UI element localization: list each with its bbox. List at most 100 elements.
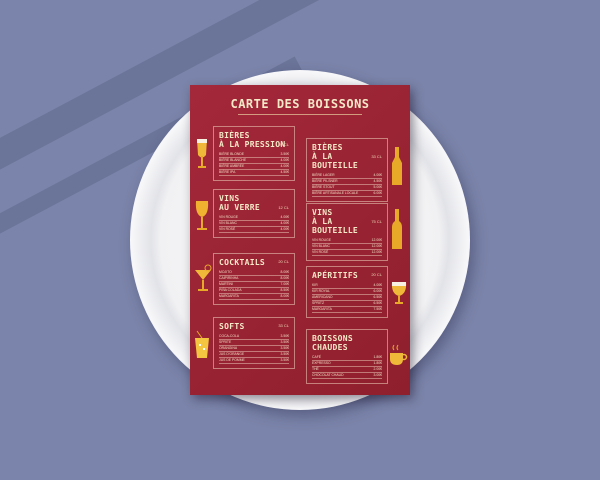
item-price: 12.00€: [371, 250, 382, 254]
item-price: 4.00€: [280, 227, 290, 231]
item-name: MARGARITA: [312, 307, 332, 311]
section-title: BOISSONS: [312, 334, 353, 343]
item-price: 1.80€: [373, 361, 383, 365]
item-price: 6.00€: [373, 191, 383, 195]
item-price: 12.00€: [371, 244, 382, 248]
item-name: VIN BLANC: [219, 221, 237, 225]
section-volume: 25 CL: [278, 142, 289, 147]
item-price: 2.00€: [373, 367, 383, 371]
item-price: 8.00€: [280, 270, 290, 274]
cocktail-icon: [193, 262, 213, 297]
item-name: MOJITO: [219, 270, 232, 274]
item-name: VIN ROUGE: [219, 215, 239, 219]
menu-item: JUS DE POMME 3.50€: [219, 358, 289, 364]
item-name: MARGARITA: [219, 294, 239, 298]
menu-item: MARGARITA 8.00€: [219, 294, 289, 300]
item-name: BIÈRE STOUT: [312, 185, 335, 189]
section-volume: 33 CL: [278, 323, 289, 328]
item-price: 3.50€: [280, 358, 290, 362]
section-title: BIÈRES: [219, 131, 250, 140]
menu-item: VIN ROSÉ 4.00€: [219, 227, 289, 233]
item-price: 4.00€: [280, 215, 290, 219]
item-price: 8.50€: [280, 288, 290, 292]
beer-bottle-icon: [390, 145, 404, 192]
menu-item: CHOCOLAT CHAUD 3.00€: [312, 373, 382, 379]
item-name: BIÈRE AMBRÉE: [219, 164, 245, 168]
item-name: ORANGINA: [219, 346, 238, 350]
item-name: CHOCOLAT CHAUD: [312, 373, 344, 377]
section-title: CHAUDES: [312, 343, 348, 352]
item-name: SPRITE: [219, 340, 232, 344]
section-aperitifs: APÉRITIFS 20 CL KIR 4.00€ KIR ROYAL 6.00€ AMER…: [306, 266, 388, 318]
section-volume: 20 CL: [278, 259, 289, 264]
soft-drink-icon: [193, 330, 211, 365]
item-name: BIÈRE BLANCHE: [219, 158, 247, 162]
section-volume: 75 CL: [371, 219, 382, 224]
item-name: KIR ROYAL: [312, 289, 330, 293]
item-name: COCA-COLA: [219, 334, 240, 338]
section-volume: 33 CL: [371, 154, 382, 159]
menu-item: MARGARITA 7.50€: [312, 307, 382, 313]
item-price: 6.50€: [373, 295, 383, 299]
menu-card: CARTE DES BOISSONS BIÈRES À LA PRESSION 25…: [190, 85, 410, 395]
section-bieres-pression: BIÈRES À LA PRESSION 25 CL BIÈRE BLONDE 3.50…: [213, 126, 295, 181]
item-price: 8.00€: [280, 294, 290, 298]
section-vins-verre: VINS AU VERRE 12 CL VIN ROUGE 4.00€ VIN BLANC…: [213, 189, 295, 238]
item-name: THÉ: [312, 367, 319, 371]
item-price: 6.00€: [373, 289, 383, 293]
section-title: VINS: [219, 194, 240, 203]
section-softs: SOFTS 33 CL COCA-COLA 3.50€ SPRITE 3.50€ ORANG…: [213, 317, 295, 369]
section-volume: 12 CL: [278, 205, 289, 210]
wine-glass-icon: [194, 198, 210, 237]
section-vins-bouteille: VINS À LA BOUTEILLE 75 CL VIN ROUGE 12.00€ VI…: [306, 203, 388, 261]
item-name: JUS D'ORANGE: [219, 352, 245, 356]
item-price: 3.50€: [280, 346, 290, 350]
item-price: 4.00€: [280, 221, 290, 225]
item-name: BIÈRE BLONDE: [219, 152, 245, 156]
section-title: VINS: [312, 208, 333, 217]
item-name: EXPRESSO: [312, 361, 331, 365]
beer-glass-icon: [194, 135, 210, 174]
item-name: VIN BLANC: [312, 244, 330, 248]
item-name: SPRITZ: [312, 301, 325, 305]
section-boissons-chaudes: BOISSONS CHAUDES CAFÉ 1.80€ EXPRESSO 1.80€ THÉ…: [306, 329, 388, 384]
item-name: JUS DE POMME: [219, 358, 245, 362]
item-price: 4.00€: [373, 283, 383, 287]
item-price: 3.50€: [280, 352, 290, 356]
item-price: 8.00€: [280, 276, 290, 280]
section-bieres-bouteille: BIÈRES À LA BOUTEILLE 33 CL BIÈRE LAGER 4.00…: [306, 138, 388, 202]
item-price: 4.00€: [373, 173, 383, 177]
item-price: 3.50€: [280, 152, 290, 156]
item-price: 4.50€: [280, 170, 290, 174]
item-price: 4.00€: [280, 164, 290, 168]
item-price: 1.80€: [373, 355, 383, 359]
item-price: 7.00€: [280, 282, 290, 286]
item-price: 4.50€: [373, 179, 383, 183]
wine-bottle-icon: [390, 207, 404, 256]
item-name: BIÈRE ARTISANALE LOCALE: [312, 191, 359, 195]
item-price: 7.50€: [373, 307, 383, 311]
section-cocktails: COCKTAILS 20 CL MOJITO 8.00€ CAIPIRINHA 8.00€…: [213, 253, 295, 305]
item-name: MARTINI: [219, 282, 233, 286]
coffee-cup-icon: [388, 343, 408, 372]
item-name: BIÈRE IPA: [219, 170, 236, 174]
divider: [238, 114, 362, 115]
item-name: BIÈRE LAGER: [312, 173, 335, 177]
beer-tulip-icon: [390, 280, 408, 311]
item-price: 4.00€: [280, 158, 290, 162]
item-name: CAIPIRINHA: [219, 276, 239, 280]
item-price: 3.50€: [280, 340, 290, 344]
item-price: 3.00€: [373, 373, 383, 377]
item-price: 3.50€: [280, 334, 290, 338]
menu-title: CARTE DES BOISSONS: [230, 97, 370, 111]
item-name: AMERICANO: [312, 295, 333, 299]
menu-item: BIÈRE ARTISANALE LOCALE 6.00€: [312, 191, 382, 197]
item-name: CAFÉ: [312, 355, 322, 359]
item-name: KIR: [312, 283, 318, 287]
item-price: 6.50€: [373, 301, 383, 305]
item-price: 12.00€: [371, 238, 382, 242]
item-name: PIÑA COLADA: [219, 288, 242, 292]
item-name: VIN ROSÉ: [312, 250, 329, 254]
item-price: 5.00€: [373, 185, 383, 189]
item-name: VIN ROUGE: [312, 238, 332, 242]
